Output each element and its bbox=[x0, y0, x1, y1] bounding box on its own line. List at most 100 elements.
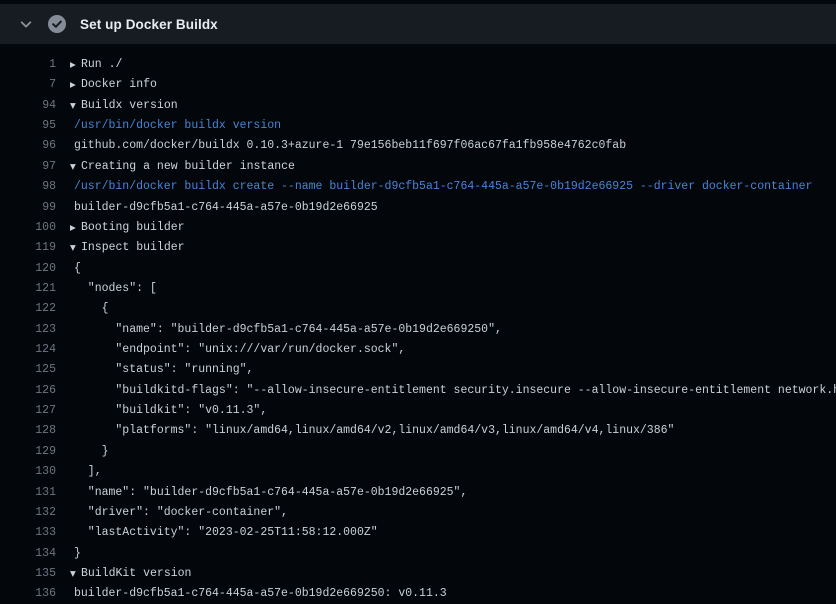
line-number[interactable]: 123 bbox=[0, 320, 56, 340]
line-number[interactable]: 130 bbox=[0, 462, 56, 482]
log-group-header[interactable]: 119 ▼Inspect builder bbox=[0, 238, 836, 258]
line-number[interactable]: 121 bbox=[0, 279, 56, 299]
log-group-header[interactable]: 7 ▶Docker info bbox=[0, 75, 836, 95]
log-line: 99 builder-d9cfb5a1-c764-445a-a57e-0b19d2… bbox=[0, 198, 836, 218]
log-lines: 1▶Run ./7▶Docker info94▼Buildx version95… bbox=[0, 55, 836, 604]
log-text: Inspect builder bbox=[81, 238, 185, 258]
log-line: 95/usr/bin/docker buildx version bbox=[0, 116, 836, 136]
log-group-header[interactable]: 97 ▼Creating a new builder instance bbox=[0, 157, 836, 177]
line-number[interactable]: 96 bbox=[0, 136, 56, 156]
line-body: "endpoint": "unix:///var/run/docker.sock… bbox=[70, 340, 836, 360]
triangle-down-icon[interactable]: ▼ bbox=[70, 564, 81, 584]
line-number[interactable]: 122 bbox=[0, 299, 56, 319]
chevron-down-icon[interactable] bbox=[12, 10, 40, 38]
line-number[interactable]: 131 bbox=[0, 483, 56, 503]
log-line: 123 "name": "builder-d9cfb5a1-c764-445a-… bbox=[0, 320, 836, 340]
line-body: "status": "running", bbox=[70, 360, 836, 380]
line-number[interactable]: 99 bbox=[0, 198, 56, 218]
line-number[interactable]: 124 bbox=[0, 340, 56, 360]
log-group-header[interactable]: 135 ▼BuildKit version bbox=[0, 564, 836, 584]
line-number[interactable]: 129 bbox=[0, 442, 56, 462]
line-number[interactable]: 1 bbox=[0, 55, 56, 75]
line-number[interactable]: 135 bbox=[0, 564, 56, 584]
log-line: 134} bbox=[0, 544, 836, 564]
log-text: "name": "builder-d9cfb5a1-c764-445a-a57e… bbox=[70, 483, 467, 503]
line-number[interactable]: 94 bbox=[0, 96, 56, 116]
log-text: "lastActivity": "2023-02-25T11:58:12.000… bbox=[70, 523, 378, 543]
log-line: 127 "buildkit": "v0.11.3", bbox=[0, 401, 836, 421]
line-number[interactable]: 95 bbox=[0, 116, 56, 136]
line-body: "name": "builder-d9cfb5a1-c764-445a-a57e… bbox=[70, 320, 836, 340]
log-text: "name": "builder-d9cfb5a1-c764-445a-a57e… bbox=[70, 320, 502, 340]
line-body: github.com/docker/buildx 0.10.3+azure-1 … bbox=[70, 136, 836, 156]
line-number[interactable]: 7 bbox=[0, 75, 56, 95]
log-line: 129 } bbox=[0, 442, 836, 462]
log-group-header[interactable]: 1 ▶Run ./ bbox=[0, 55, 836, 75]
log-text: Booting builder bbox=[81, 218, 185, 238]
line-body: ], bbox=[70, 462, 836, 482]
line-body: ▼BuildKit version bbox=[70, 564, 836, 584]
line-body: "platforms": "linux/amd64,linux/amd64/v2… bbox=[70, 421, 836, 441]
step-header[interactable]: Set up Docker Buildx bbox=[0, 4, 836, 44]
log-line: 132 "driver": "docker-container", bbox=[0, 503, 836, 523]
log-text: Run ./ bbox=[81, 55, 122, 75]
line-number[interactable]: 97 bbox=[0, 157, 56, 177]
line-body: "buildkit": "v0.11.3", bbox=[70, 401, 836, 421]
log-area: 1▶Run ./7▶Docker info94▼Buildx version95… bbox=[0, 44, 836, 604]
line-number[interactable]: 126 bbox=[0, 381, 56, 401]
log-text: /usr/bin/docker buildx version bbox=[70, 116, 281, 136]
log-text: { bbox=[70, 259, 81, 279]
log-text: } bbox=[70, 544, 81, 564]
line-body: "nodes": [ bbox=[70, 279, 836, 299]
triangle-down-icon[interactable]: ▼ bbox=[70, 96, 81, 116]
line-number[interactable]: 120 bbox=[0, 259, 56, 279]
line-number[interactable]: 128 bbox=[0, 421, 56, 441]
line-number[interactable]: 119 bbox=[0, 238, 56, 258]
line-body: { bbox=[70, 259, 836, 279]
log-line: 120 { bbox=[0, 259, 836, 279]
line-number[interactable]: 127 bbox=[0, 401, 56, 421]
log-text: Docker info bbox=[81, 75, 157, 95]
log-line: 136 builder-d9cfb5a1-c764-445a-a57e-0b19d… bbox=[0, 584, 836, 604]
log-line: 126 "buildkitd-flags": "--allow-insecure… bbox=[0, 381, 836, 401]
log-line: 133 "lastActivity": "2023-02-25T11:58:12… bbox=[0, 523, 836, 543]
log-line: 128 "platforms": "linux/amd64,linux/amd6… bbox=[0, 421, 836, 441]
log-text: "status": "running", bbox=[70, 360, 253, 380]
log-text: github.com/docker/buildx 0.10.3+azure-1 … bbox=[70, 136, 626, 156]
line-body: { bbox=[70, 299, 836, 319]
line-body: ▶Docker info bbox=[70, 75, 836, 95]
line-body: "lastActivity": "2023-02-25T11:58:12.000… bbox=[70, 523, 836, 543]
line-number[interactable]: 133 bbox=[0, 523, 56, 543]
line-number[interactable]: 132 bbox=[0, 503, 56, 523]
log-group-header[interactable]: 100 ▶Booting builder bbox=[0, 218, 836, 238]
log-group-header[interactable]: 94▼Buildx version bbox=[0, 96, 836, 116]
line-body: builder-d9cfb5a1-c764-445a-a57e-0b19d2e6… bbox=[70, 198, 836, 218]
line-body: "buildkitd-flags": "--allow-insecure-ent… bbox=[70, 381, 836, 401]
triangle-down-icon[interactable]: ▼ bbox=[70, 157, 81, 177]
line-body: ▼Creating a new builder instance bbox=[70, 157, 836, 177]
line-body: } bbox=[70, 442, 836, 462]
log-text: "driver": "docker-container", bbox=[70, 503, 288, 523]
line-number[interactable]: 136 bbox=[0, 584, 56, 604]
line-number[interactable]: 98 bbox=[0, 177, 56, 197]
line-body: /usr/bin/docker buildx create --name bui… bbox=[70, 177, 836, 197]
line-body: ▶Run ./ bbox=[70, 55, 836, 75]
triangle-right-icon[interactable]: ▶ bbox=[70, 218, 81, 238]
triangle-right-icon[interactable]: ▶ bbox=[70, 75, 81, 95]
log-line: 98/usr/bin/docker buildx create --name b… bbox=[0, 177, 836, 197]
log-line: 96 github.com/docker/buildx 0.10.3+azure-… bbox=[0, 136, 836, 156]
log-text: builder-d9cfb5a1-c764-445a-a57e-0b19d2e6… bbox=[70, 584, 447, 604]
log-text: "nodes": [ bbox=[70, 279, 157, 299]
step-title: Set up Docker Buildx bbox=[80, 17, 218, 32]
triangle-down-icon[interactable]: ▼ bbox=[70, 238, 81, 258]
log-line: 130 ], bbox=[0, 462, 836, 482]
line-body: builder-d9cfb5a1-c764-445a-a57e-0b19d2e6… bbox=[70, 584, 836, 604]
line-number[interactable]: 125 bbox=[0, 360, 56, 380]
triangle-right-icon[interactable]: ▶ bbox=[70, 55, 81, 75]
line-number[interactable]: 134 bbox=[0, 544, 56, 564]
line-body: ▼Inspect builder bbox=[70, 238, 836, 258]
log-line: 131 "name": "builder-d9cfb5a1-c764-445a-… bbox=[0, 483, 836, 503]
line-body: /usr/bin/docker buildx version bbox=[70, 116, 836, 136]
line-body: } bbox=[70, 544, 836, 564]
line-number[interactable]: 100 bbox=[0, 218, 56, 238]
